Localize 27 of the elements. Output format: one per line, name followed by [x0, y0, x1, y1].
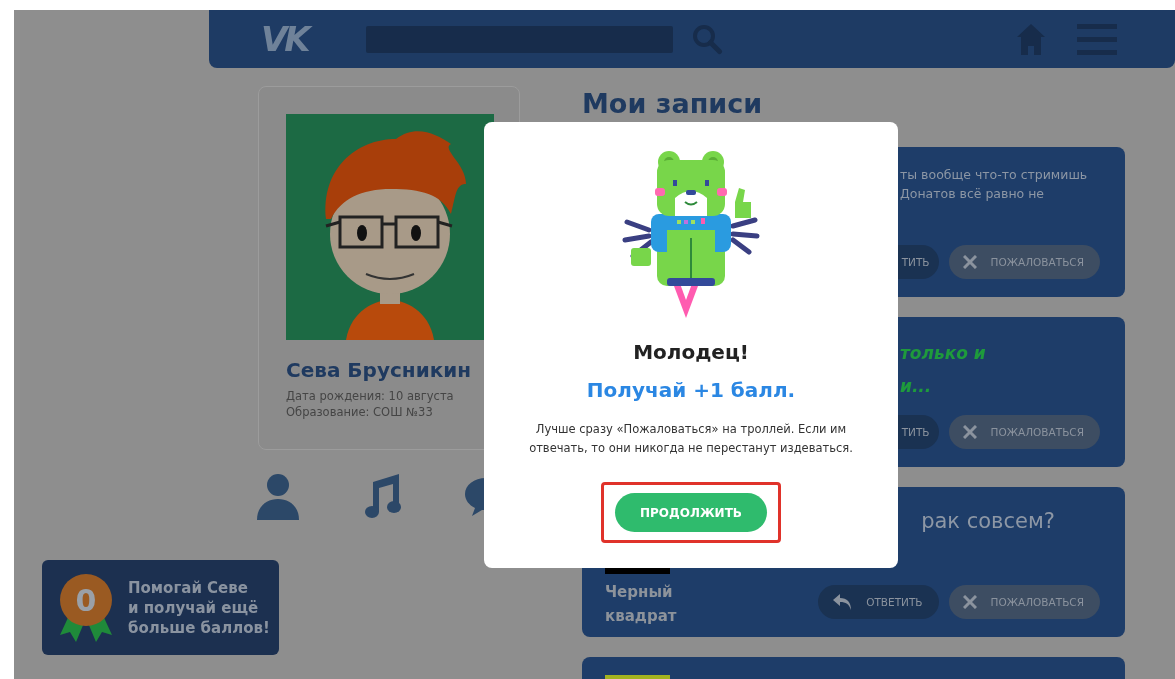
- promo-text: Помогай Севе и получай ещё больше баллов!: [128, 577, 270, 638]
- close-icon: [962, 255, 977, 269]
- menu-icon[interactable]: [1077, 23, 1117, 55]
- post-text: рак совсем?: [920, 508, 1056, 535]
- image-caption: Черный квадрат: [605, 582, 678, 627]
- profile-name: Сева Брусникин: [286, 358, 473, 382]
- continue-button[interactable]: ПРОДОЛЖИТЬ: [615, 493, 767, 532]
- dialog-subtitle: Получай +1 балл.: [586, 378, 796, 402]
- profile-detail: Образование: СОШ №33: [286, 404, 434, 420]
- close-icon: [962, 425, 977, 439]
- profile-detail: Дата рождения: 10 августа: [286, 388, 455, 404]
- post-text: ты вообще что-то стримишь Донатов всё равно не: [900, 166, 1089, 203]
- home-icon[interactable]: [1015, 22, 1047, 56]
- dialog-message: Лучше сразу «Пожаловаться» на троллей. Если им отвечать, то они никогда не перестанут издеваться.: [528, 421, 854, 457]
- section-title: Мои записи: [582, 88, 764, 120]
- post-text: только и и...: [900, 342, 987, 398]
- dialog-title: Молодец!: [633, 340, 749, 364]
- close-icon: [962, 595, 977, 609]
- promo-card[interactable]: 0 Помогай Севе и получай ещё больше баллов!: [42, 560, 279, 655]
- person-icon[interactable]: [257, 472, 299, 520]
- reply-arrow-icon: [832, 593, 853, 611]
- search-field[interactable]: [365, 25, 673, 53]
- reply-button[interactable]: ОТВЕТИТЬ: [818, 585, 939, 619]
- report-button[interactable]: ПОЖАЛОВАТЬСЯ: [948, 585, 1100, 619]
- report-button[interactable]: ПОЖАЛОВАТЬСЯ: [948, 415, 1100, 449]
- search-icon[interactable]: [690, 23, 723, 55]
- report-button[interactable]: ПОЖАЛОВАТЬСЯ: [948, 245, 1100, 279]
